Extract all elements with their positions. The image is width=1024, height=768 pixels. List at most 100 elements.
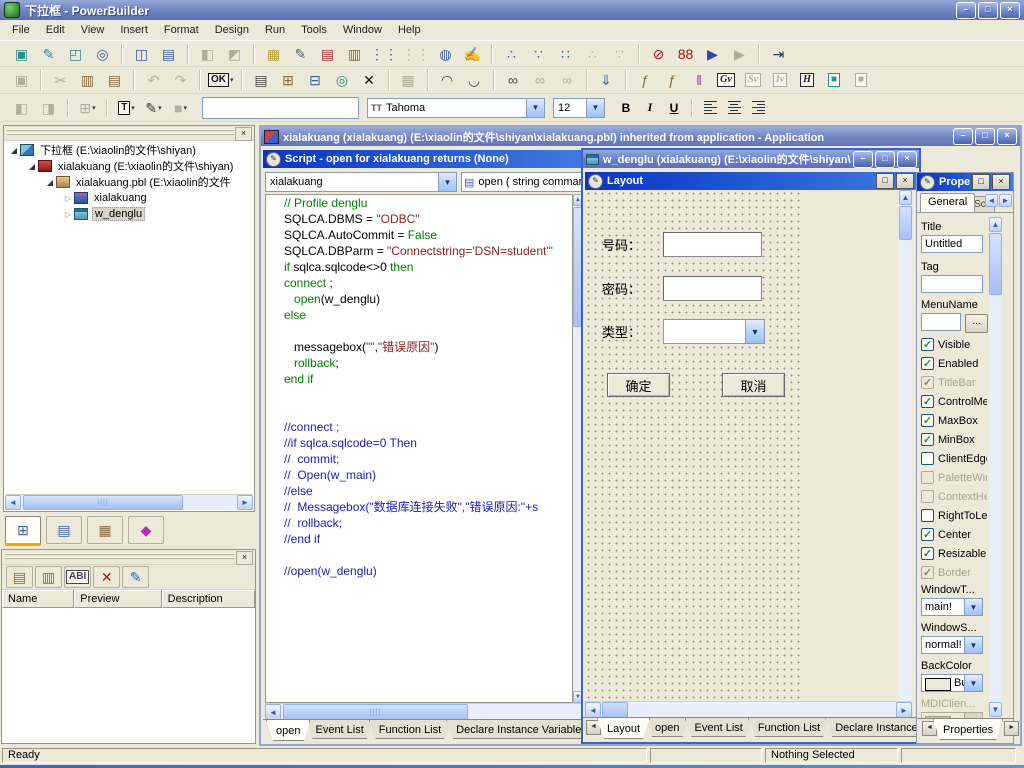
close-button[interactable]: × xyxy=(1000,2,1020,19)
scroll-track[interactable] xyxy=(628,702,896,718)
column-description[interactable]: Description xyxy=(162,590,255,608)
properties-close-icon[interactable]: × xyxy=(992,174,1010,190)
text-entry-field[interactable] xyxy=(202,97,359,119)
align-right-icon[interactable] xyxy=(746,96,770,119)
tab-properties[interactable]: Properties xyxy=(933,719,1003,740)
checkbox-row-righttoleft[interactable]: RightToLeft xyxy=(921,506,987,525)
designer-tab-layout[interactable]: Layout xyxy=(597,718,650,739)
menu-view[interactable]: View xyxy=(73,22,113,38)
paint-function-icon[interactable]: ƒ xyxy=(632,68,659,92)
paint-event-icon[interactable]: ƒ xyxy=(659,68,686,92)
debug-run-icon[interactable]: ▶ xyxy=(699,42,726,66)
menuname-field[interactable] xyxy=(921,313,961,331)
sketch-icon[interactable]: ✎ xyxy=(287,42,314,66)
checkbox-maxbox[interactable]: ✓ xyxy=(921,414,934,427)
checkbox-row-enabled[interactable]: ✓Enabled xyxy=(921,354,987,373)
backcolor-combo[interactable]: Bu ▼ xyxy=(921,674,983,692)
tree-expander-icon[interactable]: ▷ xyxy=(63,194,73,203)
object-combo[interactable]: xialakuang ▼ xyxy=(265,172,457,192)
type-dropdown[interactable]: ▼ xyxy=(663,319,765,344)
object-combo-dropdown-icon[interactable]: ▼ xyxy=(438,173,456,191)
tab-general[interactable]: General xyxy=(920,193,975,212)
checkbox-resizable[interactable]: ✓ xyxy=(921,547,934,560)
windowtype-combo[interactable]: main! ▼ xyxy=(921,598,983,616)
scroll-track[interactable] xyxy=(183,495,237,510)
ok-button[interactable]: 确定 xyxy=(607,373,670,397)
script-tab-event-list[interactable]: Event List xyxy=(305,720,373,739)
menu-help[interactable]: Help xyxy=(390,22,429,38)
designer-tab-function-list[interactable]: Function List xyxy=(748,718,830,737)
checkbox-row-maxbox[interactable]: ✓MaxBox xyxy=(921,411,987,430)
tree-item-xialakuang[interactable]: ▷*xialakuang xyxy=(5,190,253,206)
menu-tools[interactable]: Tools xyxy=(293,22,335,38)
column-preview[interactable]: Preview xyxy=(74,590,161,608)
designer-close-button[interactable]: × xyxy=(897,151,917,168)
edit-notepad-icon[interactable]: ✍ xyxy=(459,42,486,66)
clip-delete-icon[interactable]: ✕ xyxy=(93,566,120,588)
properties-sheet-icon[interactable]: ⊞ xyxy=(275,68,302,92)
column-name[interactable]: Name xyxy=(2,590,74,608)
font-name-dropdown-icon[interactable]: ▼ xyxy=(526,99,544,117)
tree-panel-grip[interactable]: × xyxy=(4,126,254,141)
menu-run[interactable]: Run xyxy=(257,22,293,38)
global-variables-icon[interactable]: Gv xyxy=(713,68,740,92)
tabs-right-icon[interactable]: ► xyxy=(999,194,1012,207)
menu-format[interactable]: Format xyxy=(156,22,207,38)
event-combo[interactable]: ▤ open ( string comman xyxy=(461,172,583,192)
menu-edit[interactable]: Edit xyxy=(38,22,73,38)
tab-workspace-view[interactable]: ⊞ xyxy=(5,516,41,546)
tab-clip-view[interactable]: ▤ xyxy=(46,516,82,544)
checkbox-row-minbox[interactable]: ✓MinBox xyxy=(921,430,987,449)
system-tree[interactable]: ◢下拉框 (E:\xiaolin的文件\shiyan)◢xialakuang (… xyxy=(5,142,253,494)
tabs-right-icon[interactable]: ► xyxy=(1004,721,1019,736)
tree-item-e-xiaolin-shiyan[interactable]: ◢下拉框 (E:\xiaolin的文件\shiyan) xyxy=(5,142,253,158)
checkbox-row-controlmenu[interactable]: ✓ControlMenu xyxy=(921,392,987,411)
output-pane-icon[interactable]: ▤ xyxy=(155,42,182,66)
script-editor[interactable]: // Profile dengluSQLCA.DBMS = "ODBC"SQLC… xyxy=(265,194,573,703)
design-vscrollbar[interactable]: ▲ xyxy=(899,190,912,701)
checkbox-row-clientedge[interactable]: ClientEdge xyxy=(921,449,987,468)
menu-design[interactable]: Design xyxy=(207,22,257,38)
scroll-left-icon[interactable]: ◄ xyxy=(265,704,281,720)
script-doc-icon[interactable]: ▤ xyxy=(248,68,275,92)
form-label-number[interactable]: 号码： xyxy=(602,235,641,254)
teal-block-icon[interactable]: ■ xyxy=(821,68,848,92)
designed-window-area[interactable] xyxy=(585,190,803,701)
windowtype-dropdown-icon[interactable]: ▼ xyxy=(964,599,982,615)
tab-output-view[interactable]: ◆ xyxy=(128,516,164,544)
designer-minimize-button[interactable]: – xyxy=(853,151,873,168)
tabs-left-icon[interactable]: ◄ xyxy=(985,194,998,207)
designer-tab-open[interactable]: open xyxy=(645,718,689,737)
tree-expander-icon[interactable]: ▷ xyxy=(63,210,73,219)
cancel-button[interactable]: 取消 xyxy=(722,373,785,397)
breakpoints-icon[interactable]: 88 xyxy=(672,42,699,66)
script-hscrollbar[interactable]: ◄ |||| xyxy=(265,703,581,720)
workspace-pane-icon[interactable]: ◫ xyxy=(128,42,155,66)
header-icon[interactable]: H xyxy=(794,68,821,92)
scroll-left-icon[interactable]: ◄ xyxy=(585,702,601,718)
properties-vscrollbar[interactable]: ▲ ▼ xyxy=(989,217,1002,717)
layout-maximize-icon[interactable]: □ xyxy=(876,173,894,189)
title-field[interactable] xyxy=(921,235,983,253)
scroll-up-icon[interactable]: ▲ xyxy=(899,190,912,205)
tree-expander-icon[interactable]: ◢ xyxy=(45,178,55,187)
scroll-right-icon[interactable]: ► xyxy=(896,702,912,718)
font-size-combo[interactable]: 12 ▼ xyxy=(553,98,605,118)
backcolor-dropdown-icon[interactable]: ▼ xyxy=(964,675,982,691)
text-color-icon[interactable]: T▾ xyxy=(113,96,140,120)
run-app-icon[interactable]: ▤ xyxy=(314,42,341,66)
pipeline-icon[interactable]: ‖ xyxy=(686,68,713,92)
keyboard-icon[interactable]: ▦ xyxy=(260,42,287,66)
tree-panel-close-icon[interactable]: × xyxy=(235,127,252,141)
scroll-thumb[interactable]: |||| xyxy=(23,495,183,510)
font-size-dropdown-icon[interactable]: ▼ xyxy=(586,99,604,117)
checkbox-enabled[interactable]: ✓ xyxy=(921,357,934,370)
clip-paste-icon[interactable]: ▤ xyxy=(6,566,33,588)
scroll-track[interactable] xyxy=(989,295,1002,702)
profile-set-icon[interactable]: ∴ xyxy=(498,42,525,66)
properties-maximize-icon[interactable]: □ xyxy=(972,174,990,190)
script-tab-function-list[interactable]: Function List xyxy=(369,720,451,739)
ok-button-icon[interactable]: OK▾ xyxy=(206,68,236,92)
inherit-icon[interactable]: ✎ xyxy=(35,42,62,66)
italic-button[interactable]: I xyxy=(638,96,662,119)
